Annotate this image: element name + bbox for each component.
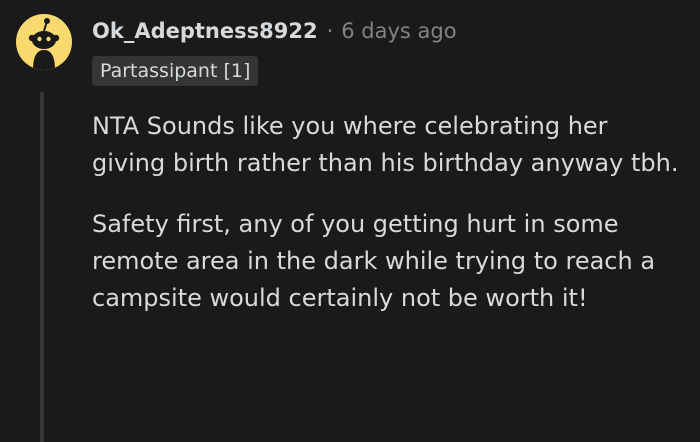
comment-body: NTA Sounds like you where celebrating he… <box>92 108 682 341</box>
meta-separator: · <box>326 19 334 43</box>
user-avatar[interactable] <box>16 14 72 70</box>
username-link[interactable]: Ok_Adeptness8922 <box>92 19 318 43</box>
timestamp[interactable]: 6 days ago <box>341 19 456 43</box>
comment: Ok_Adeptness8922 · 6 days ago Partassipa… <box>0 0 700 442</box>
reddit-snoo-icon <box>28 18 60 70</box>
comment-meta: Ok_Adeptness8922 · 6 days ago <box>92 14 457 48</box>
thread-collapse-line[interactable] <box>40 92 44 442</box>
user-flair: Partassipant [1] <box>92 56 259 86</box>
comment-paragraph: Safety first, any of you getting hurt in… <box>92 210 656 312</box>
comment-paragraph: NTA Sounds like you where celebrating he… <box>92 112 679 177</box>
